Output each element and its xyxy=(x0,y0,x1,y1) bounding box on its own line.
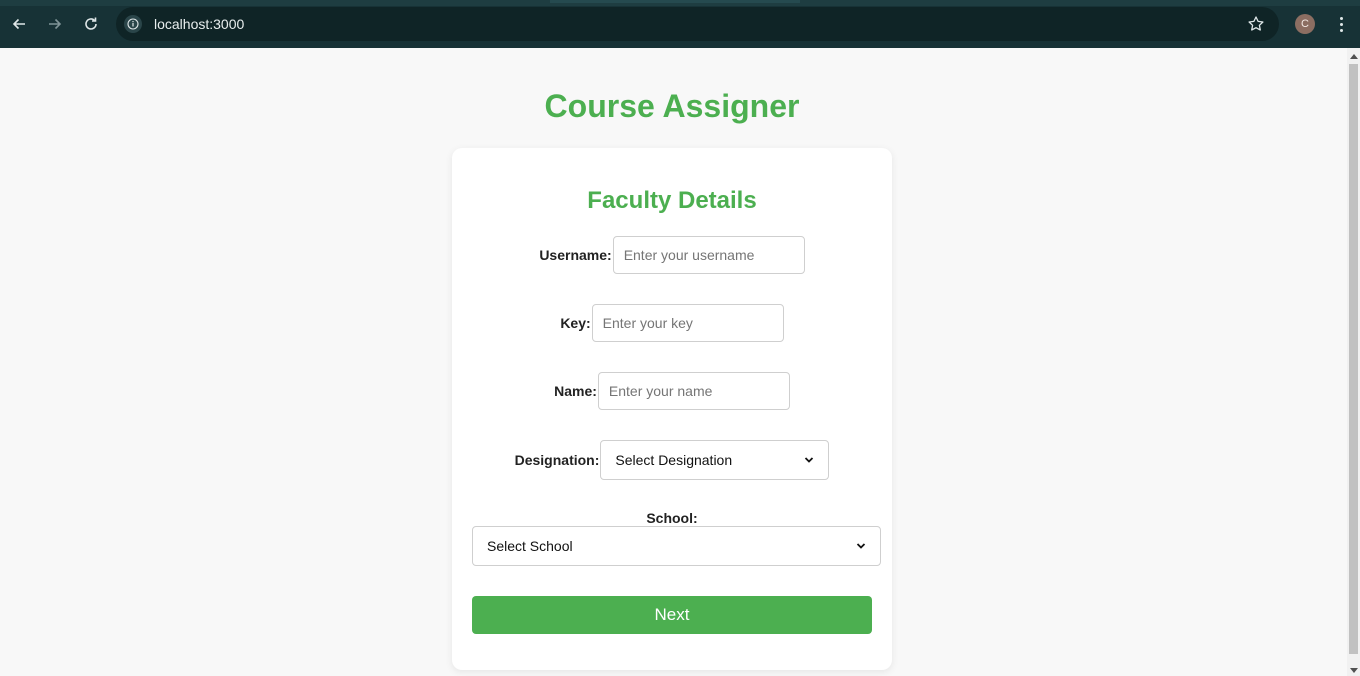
forward-button[interactable] xyxy=(43,12,67,36)
designation-label: Designation: xyxy=(514,452,600,468)
page-title: Course Assigner xyxy=(544,88,800,124)
school-select[interactable]: Select School xyxy=(472,526,881,566)
designation-row: Designation: Select Designation xyxy=(452,440,892,480)
scrollbar-thumb[interactable] xyxy=(1349,64,1358,654)
bookmark-star-icon[interactable] xyxy=(1247,15,1265,33)
reload-icon xyxy=(85,17,97,30)
faculty-details-card: Faculty Details Username: Key: Name: Des… xyxy=(452,148,892,670)
key-row: Key: xyxy=(452,304,892,342)
active-tab-indicator xyxy=(550,0,800,3)
scroll-down-arrow-icon[interactable] xyxy=(1350,668,1358,673)
next-button[interactable]: Next xyxy=(472,596,872,634)
form-title: Faculty Details xyxy=(587,187,757,214)
key-input[interactable] xyxy=(591,304,784,342)
forward-arrow-icon xyxy=(49,18,62,30)
site-info-icon[interactable] xyxy=(124,15,142,33)
username-input[interactable] xyxy=(612,236,805,274)
address-bar[interactable]: localhost:3000 xyxy=(116,7,1279,41)
back-arrow-icon xyxy=(12,18,25,30)
name-input[interactable] xyxy=(597,372,790,410)
browser-toolbar: localhost:3000 C xyxy=(0,0,1360,48)
reload-button[interactable] xyxy=(79,12,103,36)
chevron-down-icon xyxy=(805,457,814,463)
username-row: Username: xyxy=(452,236,892,274)
chevron-down-icon xyxy=(856,543,866,549)
name-label: Name: xyxy=(554,383,597,399)
key-label: Key: xyxy=(560,315,591,331)
designation-select[interactable]: Select Designation xyxy=(600,440,830,480)
url-text: localhost:3000 xyxy=(154,16,245,32)
school-label: School: xyxy=(646,510,698,526)
username-label: Username: xyxy=(539,247,612,263)
designation-selected-value: Select Designation xyxy=(615,452,733,468)
school-selected-value: Select School xyxy=(487,538,573,554)
back-button[interactable] xyxy=(7,12,31,36)
scroll-up-arrow-icon[interactable] xyxy=(1350,54,1358,59)
tab-strip xyxy=(0,0,1360,6)
page-scrollbar[interactable] xyxy=(1347,48,1360,676)
profile-avatar[interactable]: C xyxy=(1295,14,1315,34)
name-row: Name: xyxy=(452,372,892,410)
browser-menu-icon[interactable] xyxy=(1333,12,1349,36)
